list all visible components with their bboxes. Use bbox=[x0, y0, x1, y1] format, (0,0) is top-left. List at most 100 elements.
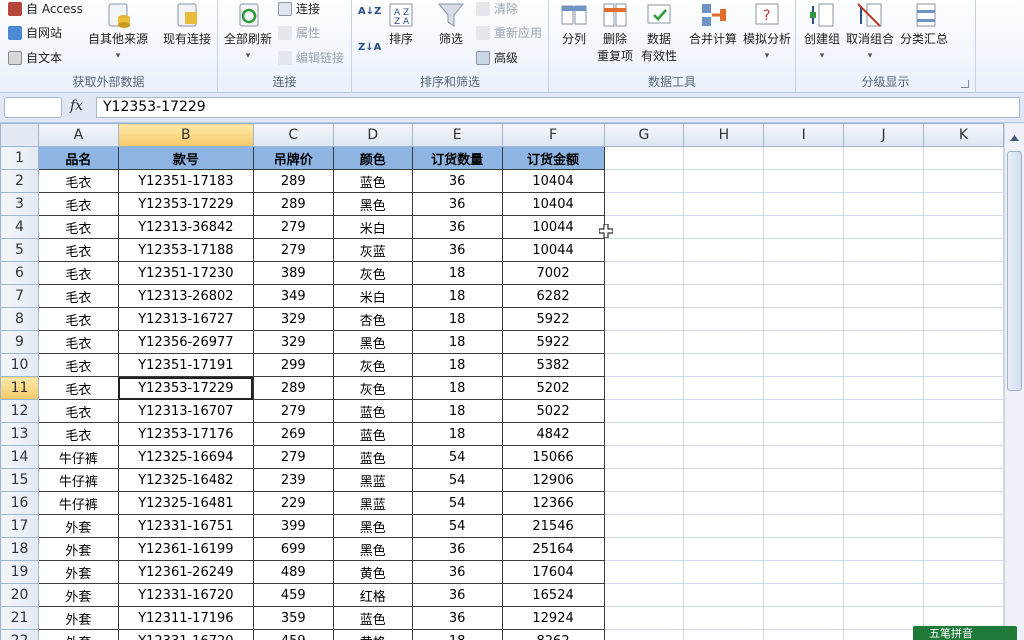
empty-cell[interactable] bbox=[683, 284, 765, 308]
column-header[interactable]: I bbox=[763, 123, 845, 147]
data-cell[interactable]: 黄色 bbox=[332, 560, 413, 584]
empty-cell[interactable] bbox=[603, 399, 685, 423]
data-cell[interactable]: 黑蓝 bbox=[332, 491, 413, 515]
data-cell[interactable]: Y12331-16751 bbox=[117, 514, 254, 538]
data-cell[interactable]: 36 bbox=[411, 238, 503, 262]
empty-cell[interactable] bbox=[923, 146, 1004, 170]
column-title-cell[interactable]: 品名 bbox=[37, 146, 119, 170]
empty-cell[interactable] bbox=[603, 169, 685, 193]
empty-cell[interactable] bbox=[763, 261, 845, 285]
fx-icon[interactable]: fx bbox=[70, 98, 92, 118]
empty-cell[interactable] bbox=[603, 583, 685, 607]
data-cell[interactable]: 36 bbox=[411, 583, 503, 607]
data-cell[interactable]: Y12356-26977 bbox=[117, 330, 254, 354]
data-cell[interactable]: 蓝色 bbox=[332, 606, 413, 630]
data-cell[interactable]: 4842 bbox=[501, 422, 605, 446]
empty-cell[interactable] bbox=[763, 629, 845, 640]
data-cell[interactable]: 8262 bbox=[501, 629, 605, 640]
empty-cell[interactable] bbox=[923, 261, 1004, 285]
advanced-filter-button[interactable]: 高级 bbox=[476, 49, 518, 66]
data-cell[interactable]: Y12361-16199 bbox=[117, 537, 254, 561]
column-header[interactable]: H bbox=[683, 123, 765, 147]
data-cell[interactable]: Y12313-16707 bbox=[117, 399, 254, 423]
column-header[interactable]: G bbox=[603, 123, 685, 147]
empty-cell[interactable] bbox=[843, 399, 925, 423]
column-title-cell[interactable]: 订货金额 bbox=[501, 146, 605, 170]
data-cell[interactable]: 10044 bbox=[501, 238, 605, 262]
data-validation-button[interactable]: 数据 有效性 bbox=[641, 0, 677, 64]
column-header[interactable]: C bbox=[252, 123, 334, 147]
remove-duplicates-button[interactable]: 删除 重复项 bbox=[597, 0, 633, 64]
data-cell[interactable]: 12924 bbox=[501, 606, 605, 630]
data-cell[interactable]: 18 bbox=[411, 376, 503, 400]
data-cell[interactable]: Y12325-16482 bbox=[117, 468, 254, 492]
data-cell[interactable]: 54 bbox=[411, 514, 503, 538]
what-if-analysis-button[interactable]: ? 模拟分析 ▾ bbox=[743, 0, 791, 64]
data-cell[interactable]: 毛衣 bbox=[37, 169, 119, 193]
row-header[interactable]: 6 bbox=[0, 261, 39, 285]
data-cell[interactable]: 18 bbox=[411, 353, 503, 377]
column-title-cell[interactable]: 款号 bbox=[117, 146, 254, 170]
data-cell[interactable]: Y12353-17188 bbox=[117, 238, 254, 262]
ungroup-button[interactable]: 取消组合 ▾ bbox=[846, 0, 894, 64]
empty-cell[interactable] bbox=[683, 169, 765, 193]
data-cell[interactable]: 10404 bbox=[501, 169, 605, 193]
empty-cell[interactable] bbox=[763, 537, 845, 561]
column-title-cell[interactable]: 颜色 bbox=[332, 146, 413, 170]
data-cell[interactable]: 239 bbox=[252, 468, 334, 492]
empty-cell[interactable] bbox=[843, 169, 925, 193]
row-header[interactable]: 14 bbox=[0, 445, 39, 469]
data-cell[interactable]: 牛仔裤 bbox=[37, 491, 119, 515]
empty-cell[interactable] bbox=[763, 238, 845, 262]
empty-cell[interactable] bbox=[683, 330, 765, 354]
empty-cell[interactable] bbox=[683, 537, 765, 561]
empty-cell[interactable] bbox=[923, 399, 1004, 423]
data-cell[interactable]: 5922 bbox=[501, 330, 605, 354]
data-cell[interactable]: Y12325-16694 bbox=[117, 445, 254, 469]
data-cell[interactable]: 毛衣 bbox=[37, 307, 119, 331]
column-title-cell[interactable]: 吊牌价 bbox=[252, 146, 334, 170]
empty-cell[interactable] bbox=[923, 169, 1004, 193]
empty-cell[interactable] bbox=[683, 468, 765, 492]
empty-cell[interactable] bbox=[683, 514, 765, 538]
empty-cell[interactable] bbox=[683, 491, 765, 515]
vertical-scrollbar[interactable] bbox=[1004, 123, 1024, 640]
empty-cell[interactable] bbox=[923, 307, 1004, 331]
empty-cell[interactable] bbox=[843, 284, 925, 308]
column-header[interactable]: J bbox=[843, 123, 925, 147]
empty-cell[interactable] bbox=[603, 146, 685, 170]
data-cell[interactable]: 毛衣 bbox=[37, 330, 119, 354]
empty-cell[interactable] bbox=[683, 238, 765, 262]
empty-cell[interactable] bbox=[923, 215, 1004, 239]
data-cell[interactable]: 16524 bbox=[501, 583, 605, 607]
data-cell[interactable]: 289 bbox=[252, 169, 334, 193]
data-cell[interactable]: 灰色 bbox=[332, 261, 413, 285]
data-cell[interactable]: 牛仔裤 bbox=[37, 468, 119, 492]
empty-cell[interactable] bbox=[603, 376, 685, 400]
scroll-thumb[interactable] bbox=[1007, 151, 1022, 391]
existing-connections-button[interactable]: 现有连接 bbox=[163, 0, 211, 47]
data-cell[interactable]: Y12351-17191 bbox=[117, 353, 254, 377]
column-header[interactable]: A bbox=[37, 123, 119, 147]
data-cell[interactable]: 54 bbox=[411, 468, 503, 492]
empty-cell[interactable] bbox=[603, 353, 685, 377]
data-cell[interactable]: 毛衣 bbox=[37, 284, 119, 308]
data-cell[interactable]: 蓝色 bbox=[332, 399, 413, 423]
data-cell[interactable]: 18 bbox=[411, 284, 503, 308]
data-cell[interactable]: Y12313-26802 bbox=[117, 284, 254, 308]
empty-cell[interactable] bbox=[843, 238, 925, 262]
empty-cell[interactable] bbox=[763, 445, 845, 469]
data-cell[interactable]: 牛仔裤 bbox=[37, 445, 119, 469]
empty-cell[interactable] bbox=[683, 583, 765, 607]
empty-cell[interactable] bbox=[843, 468, 925, 492]
data-cell[interactable]: 毛衣 bbox=[37, 422, 119, 446]
column-header[interactable]: D bbox=[332, 123, 413, 147]
data-cell[interactable]: 699 bbox=[252, 537, 334, 561]
empty-cell[interactable] bbox=[603, 606, 685, 630]
empty-cell[interactable] bbox=[683, 560, 765, 584]
data-cell[interactable]: 黑色 bbox=[332, 514, 413, 538]
empty-cell[interactable] bbox=[763, 422, 845, 446]
text-to-columns-button[interactable]: 分列 bbox=[559, 0, 589, 47]
empty-cell[interactable] bbox=[843, 146, 925, 170]
empty-cell[interactable] bbox=[923, 376, 1004, 400]
